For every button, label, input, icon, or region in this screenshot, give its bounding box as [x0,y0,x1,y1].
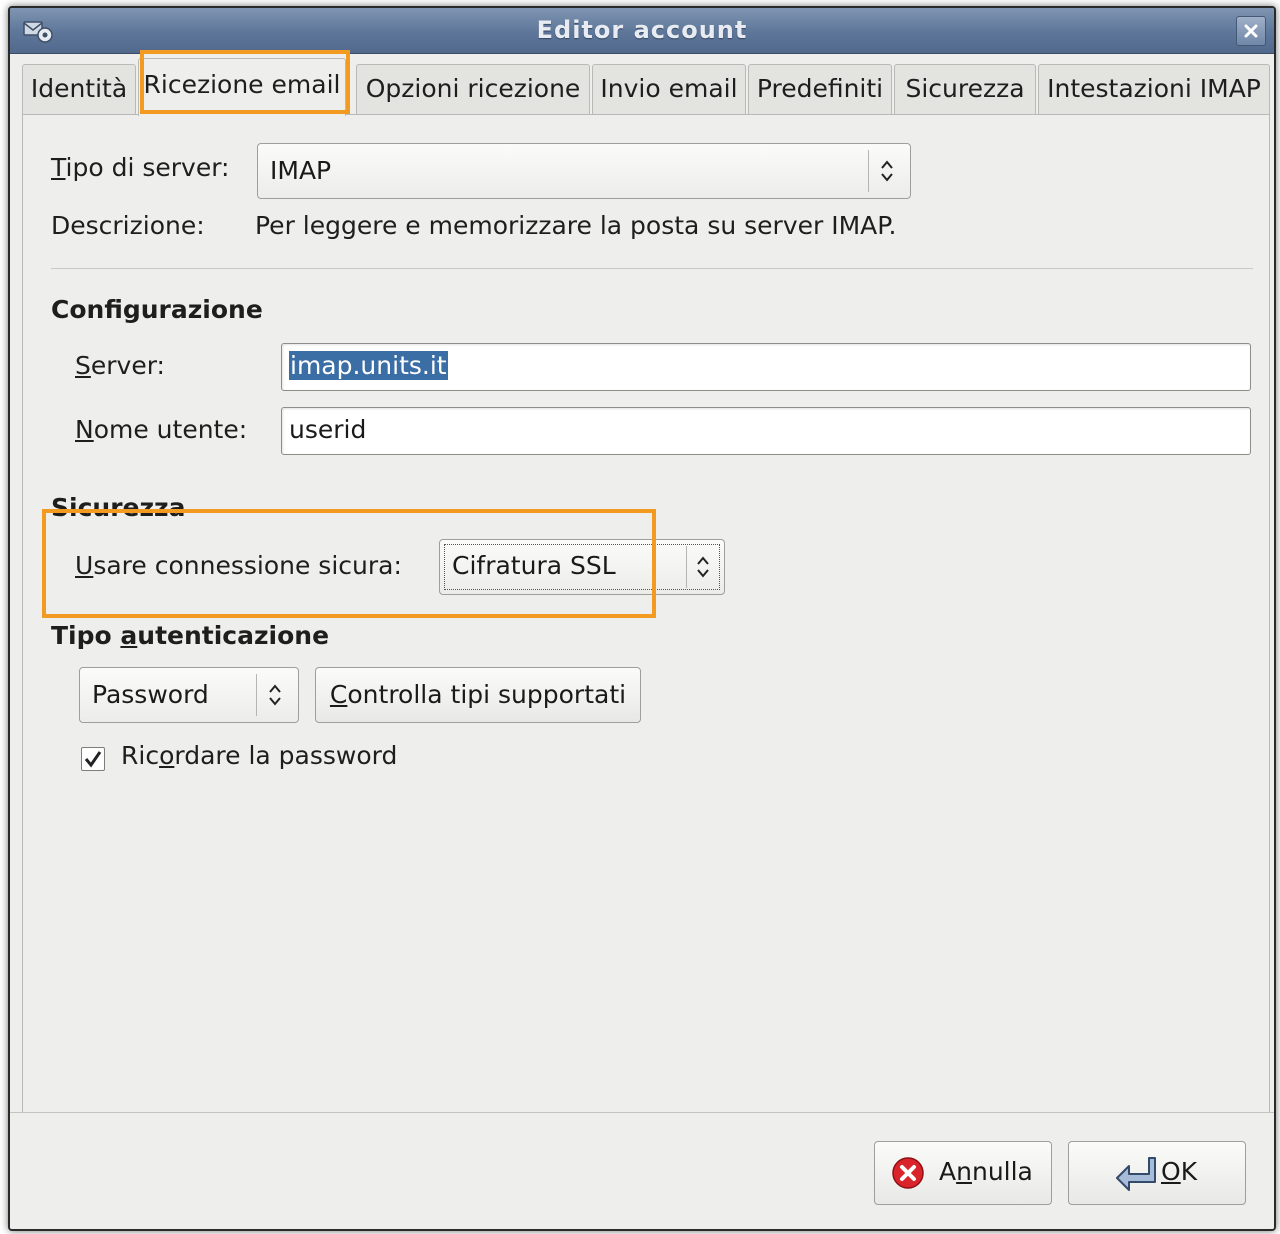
tab-bar: Identità Ricezione email Opzioni ricezio… [22,58,1272,116]
tab-sicurezza[interactable]: Sicurezza [894,64,1036,114]
checkmark-icon [84,751,102,768]
username-input[interactable]: userid [281,407,1251,455]
dialog-button-area: Annulla OK [10,1112,1274,1229]
remember-password-checkbox[interactable] [81,747,105,771]
up-down-arrows-icon [872,144,902,198]
tab-identita[interactable]: Identità [22,64,136,114]
secure-connection-value: Cifratura SSL [452,551,616,580]
security-heading: Sicurezza [51,493,186,522]
server-type-combo[interactable]: IMAP [257,143,911,199]
up-down-arrows-icon [260,668,290,722]
window-title: Editor account [536,16,748,44]
close-button[interactable] [1236,16,1266,46]
close-icon [1244,24,1258,38]
tab-predefiniti[interactable]: Predefiniti [748,64,892,114]
cancel-icon [892,1157,924,1189]
server-type-value: IMAP [270,156,332,185]
tab-invio-email[interactable]: Invio email [592,64,746,114]
secure-connection-label: Usare connessione sicura: [75,551,402,580]
auth-type-combo[interactable]: Password [79,667,299,723]
server-value: imap.units.it [289,351,448,380]
description-value: Per leggere e memorizzare la posta su se… [255,211,897,240]
tab-opzioni-ricezione[interactable]: Opzioni ricezione [356,64,590,114]
username-value: userid [289,415,367,444]
separator [51,268,1253,269]
account-editor-window: Editor account Tipo di server: IMAP Desc… [8,6,1276,1231]
configuration-heading: Configurazione [51,295,263,324]
check-supported-types-button[interactable]: Controlla tipi supportati [315,667,641,723]
description-label: Descrizione: [51,211,205,240]
secure-connection-combo[interactable]: Cifratura SSL [439,539,725,595]
server-label: Server: [75,351,165,380]
tab-ricezione-email[interactable]: Ricezione email [138,58,346,116]
ok-return-icon [1116,1157,1156,1191]
username-label: Nome utente: [75,415,248,444]
server-type-label: Tipo di server: [51,153,230,182]
tab-intestazioni-imap[interactable]: Intestazioni IMAP [1038,64,1270,114]
auth-type-value: Password [92,680,209,709]
tab-panel-ricezione-email: Tipo di server: IMAP Descrizione: Per le… [22,114,1270,1114]
up-down-arrows-icon [688,540,718,594]
cancel-button[interactable]: Annulla [874,1141,1052,1205]
titlebar[interactable]: Editor account [10,8,1274,54]
server-input[interactable]: imap.units.it [281,343,1251,391]
auth-heading: Tipo autenticazione [51,621,330,650]
ok-button[interactable]: OK [1068,1141,1246,1205]
remember-password-label[interactable]: Ricordare la password [121,741,397,770]
